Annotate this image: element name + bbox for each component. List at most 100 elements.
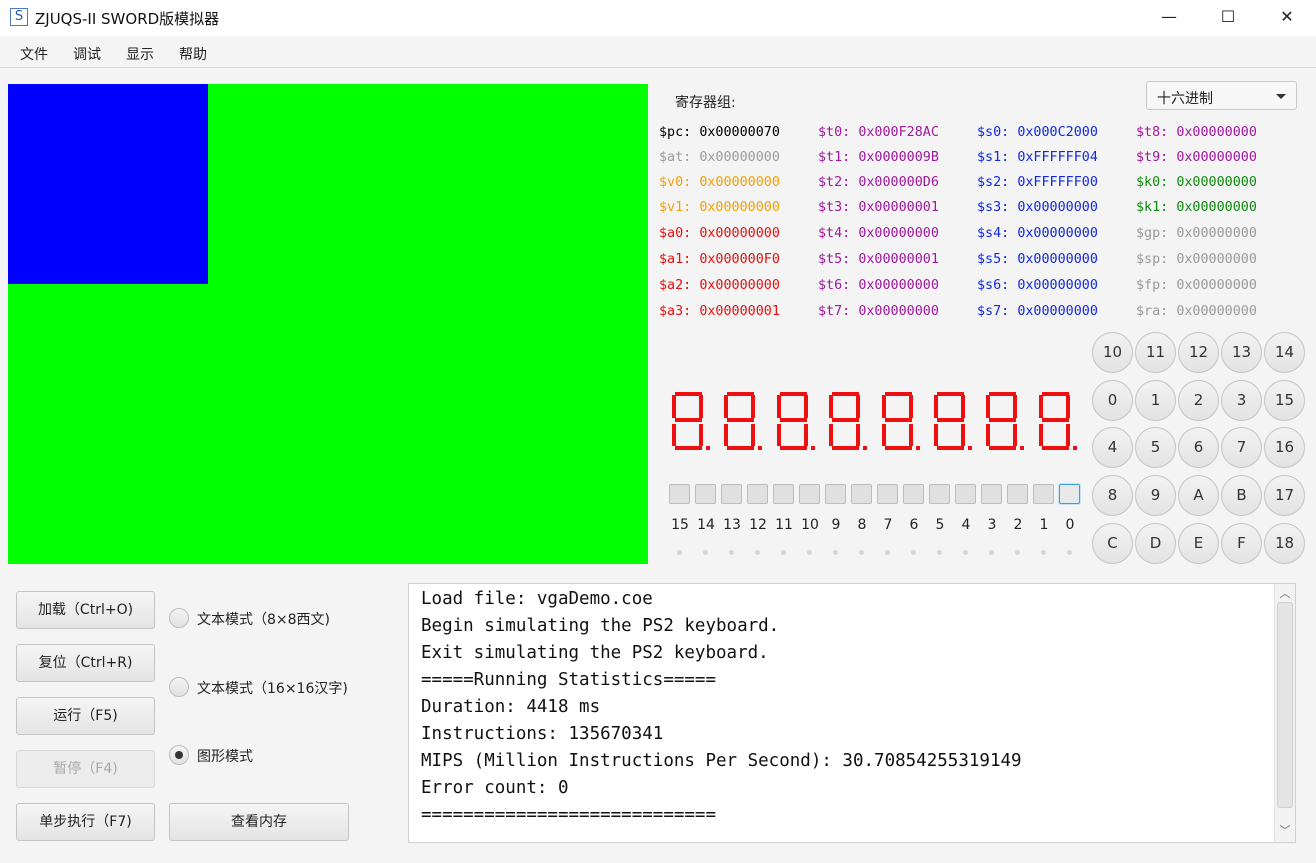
scroll-up-icon[interactable]: ︿ bbox=[1279, 588, 1291, 600]
register-value: 0x00000000 bbox=[699, 175, 780, 190]
led-indicator bbox=[677, 550, 682, 555]
keypad-key-A[interactable]: A bbox=[1178, 475, 1219, 517]
run-button[interactable]: 运行（F5) bbox=[16, 697, 155, 735]
led-switch-4[interactable] bbox=[955, 484, 976, 504]
led-switch-14[interactable] bbox=[695, 484, 716, 504]
led-indicator bbox=[937, 550, 942, 555]
keypad-key-2[interactable]: 2 bbox=[1178, 379, 1219, 421]
register-value: 0x00000000 bbox=[699, 150, 780, 165]
console-scrollbar[interactable]: ︿ ﹀ bbox=[1274, 584, 1295, 842]
register-value: 0x00000000 bbox=[1176, 125, 1257, 140]
step-button[interactable]: 单步执行（F7) bbox=[16, 803, 155, 841]
led-switch-6[interactable] bbox=[903, 484, 924, 504]
scroll-thumb[interactable] bbox=[1277, 602, 1293, 808]
led-switch-0[interactable] bbox=[1059, 484, 1080, 504]
register-name: $s0: bbox=[977, 125, 1010, 140]
radio-circle[interactable] bbox=[169, 745, 189, 765]
register-name: $v0: bbox=[659, 175, 692, 190]
keypad-key-12[interactable]: 12 bbox=[1178, 332, 1219, 373]
keypad-key-3[interactable]: 3 bbox=[1221, 379, 1262, 421]
register-s1: $s1: 0xFFFFFF04 bbox=[977, 150, 1098, 165]
led-switch-1[interactable] bbox=[1033, 484, 1054, 504]
register-name: $s2: bbox=[977, 175, 1010, 190]
led-switch-3[interactable] bbox=[981, 484, 1002, 504]
keypad-key-8[interactable]: 8 bbox=[1092, 475, 1133, 517]
led-indicator bbox=[1067, 550, 1072, 555]
close-button[interactable]: ✕ bbox=[1264, 0, 1310, 34]
register-t9: $t9: 0x00000000 bbox=[1136, 150, 1257, 165]
led-switch-5[interactable] bbox=[929, 484, 950, 504]
keypad-key-5[interactable]: 5 bbox=[1135, 427, 1176, 469]
led-indicator bbox=[859, 550, 864, 555]
register-sp: $sp: 0x00000000 bbox=[1136, 252, 1257, 267]
keypad-key-D[interactable]: D bbox=[1135, 522, 1176, 564]
load-button[interactable]: 加载（Ctrl+O) bbox=[16, 591, 155, 629]
keypad-key-18[interactable]: 18 bbox=[1264, 522, 1305, 564]
led-switch-11[interactable] bbox=[773, 484, 794, 504]
led-switch-13[interactable] bbox=[721, 484, 742, 504]
register-t1: $t1: 0x0000009B bbox=[818, 150, 939, 165]
radio-circle[interactable] bbox=[169, 677, 189, 697]
register-value: 0x00000000 bbox=[699, 278, 780, 293]
menu-help[interactable]: 帮助 bbox=[179, 44, 207, 64]
minimize-button[interactable]: — bbox=[1146, 0, 1192, 34]
keypad-key-10[interactable]: 10 bbox=[1092, 332, 1133, 373]
radio-circle[interactable] bbox=[169, 608, 189, 628]
menu-debug[interactable]: 调试 bbox=[73, 44, 101, 64]
led-switch-2[interactable] bbox=[1007, 484, 1028, 504]
register-name: $a0: bbox=[659, 226, 692, 241]
register-name: $at: bbox=[659, 150, 692, 165]
led-switch-9[interactable] bbox=[825, 484, 846, 504]
number-base-select[interactable]: 十六进制 bbox=[1146, 81, 1297, 110]
radio-label: 文本模式（16×16汉字) bbox=[197, 681, 348, 697]
register-name: $t7: bbox=[818, 304, 851, 319]
keypad-key-15[interactable]: 15 bbox=[1264, 379, 1305, 421]
led-switch-12[interactable] bbox=[747, 484, 768, 504]
view-memory-button[interactable]: 查看内存 bbox=[169, 803, 349, 841]
menu-file[interactable]: 文件 bbox=[20, 44, 48, 64]
register-t4: $t4: 0x00000000 bbox=[818, 226, 939, 241]
register-value: 0x00000000 bbox=[699, 200, 780, 215]
register-name: $t4: bbox=[818, 226, 851, 241]
keypad-key-13[interactable]: 13 bbox=[1221, 332, 1262, 373]
maximize-button[interactable]: ☐ bbox=[1205, 0, 1251, 34]
seven-segment-digit bbox=[1038, 392, 1077, 450]
register-at: $at: 0x00000000 bbox=[659, 150, 780, 165]
led-switch-7[interactable] bbox=[877, 484, 898, 504]
keypad-key-9[interactable]: 9 bbox=[1135, 475, 1176, 517]
register-name: $k1: bbox=[1136, 200, 1169, 215]
keypad-key-C[interactable]: C bbox=[1092, 522, 1133, 564]
keypad-key-1[interactable]: 1 bbox=[1135, 379, 1176, 421]
register-value: 0x00000000 bbox=[1176, 304, 1257, 319]
register-name: $a3: bbox=[659, 304, 692, 319]
register-name: $s6: bbox=[977, 278, 1010, 293]
keypad-key-7[interactable]: 7 bbox=[1221, 427, 1262, 469]
keypad-key-F[interactable]: F bbox=[1221, 522, 1262, 564]
keypad-key-6[interactable]: 6 bbox=[1178, 427, 1219, 469]
led-switch-15[interactable] bbox=[669, 484, 690, 504]
scroll-down-icon[interactable]: ﹀ bbox=[1279, 825, 1291, 837]
seven-segment-display bbox=[668, 390, 1078, 452]
keypad-key-16[interactable]: 16 bbox=[1264, 427, 1305, 469]
keypad-key-0[interactable]: 0 bbox=[1092, 379, 1133, 421]
menu-display[interactable]: 显示 bbox=[126, 44, 154, 64]
keypad-key-E[interactable]: E bbox=[1178, 522, 1219, 564]
register-name: $s7: bbox=[977, 304, 1010, 319]
register-name: $s4: bbox=[977, 226, 1010, 241]
console-output[interactable]: Load file: vgaDemo.coe Begin simulating t… bbox=[408, 583, 1296, 843]
register-value: 0x000F28AC bbox=[858, 125, 939, 140]
register-name: $a1: bbox=[659, 252, 692, 267]
register-value: 0x00000000 bbox=[1017, 278, 1098, 293]
keypad-key-B[interactable]: B bbox=[1221, 475, 1262, 517]
pause-button[interactable]: 暂停（F4) bbox=[16, 750, 155, 788]
register-t6: $t6: 0x00000000 bbox=[818, 278, 939, 293]
keypad-key-14[interactable]: 14 bbox=[1264, 332, 1305, 373]
reset-button[interactable]: 复位（Ctrl+R) bbox=[16, 644, 155, 682]
keypad-key-11[interactable]: 11 bbox=[1135, 332, 1176, 373]
register-fp: $fp: 0x00000000 bbox=[1136, 278, 1257, 293]
keypad-key-17[interactable]: 17 bbox=[1264, 475, 1305, 517]
register-a2: $a2: 0x00000000 bbox=[659, 278, 780, 293]
led-switch-10[interactable] bbox=[799, 484, 820, 504]
keypad-key-4[interactable]: 4 bbox=[1092, 427, 1133, 469]
led-switch-8[interactable] bbox=[851, 484, 872, 504]
